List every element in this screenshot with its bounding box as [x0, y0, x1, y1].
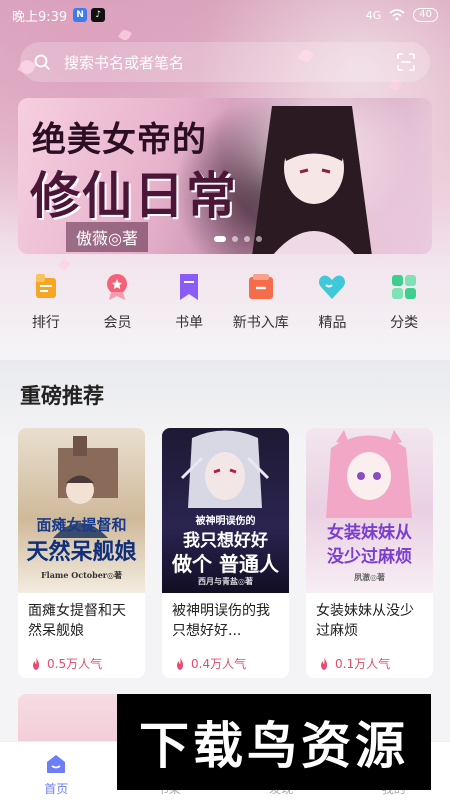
battery-icon: 40 — [413, 8, 438, 22]
banner-title-line2: 修仙日常 — [30, 166, 238, 225]
popularity: 0.4万人气 — [162, 647, 289, 672]
book-card[interactable]: 女装妹妹从 没少过麻烦 夙澈◎著 女装妹妹从没少过麻烦 0.1万人气 — [306, 428, 433, 678]
category-ranking[interactable]: 排行 — [14, 272, 78, 342]
heart-icon — [319, 275, 346, 299]
book-cover: 女装妹妹从 没少过麻烦 夙澈◎著 — [306, 428, 433, 593]
popularity: 0.1万人气 — [306, 647, 433, 672]
fire-icon — [321, 657, 327, 670]
banner-illustration — [252, 106, 372, 254]
n-app-icon: N — [73, 8, 88, 22]
banner-dot[interactable] — [256, 236, 262, 242]
banner-author: 傲薇◎著 — [66, 222, 148, 252]
wifi-icon — [389, 9, 405, 21]
home-icon — [47, 755, 66, 773]
status-bar: 晚上9:39 N ♪ 4G 40 — [0, 0, 450, 30]
nav-home[interactable]: 首页 — [0, 742, 113, 800]
section-title: 重磅推荐 — [20, 384, 104, 408]
banner-dot[interactable] — [232, 236, 238, 242]
category-nav: 排行 会员 书单 新书入库 精品 分类 — [0, 272, 450, 342]
watermark-text: 下载鸟资源 — [139, 717, 409, 775]
watermark-overlay: 下载鸟资源 — [117, 694, 431, 790]
cover-title-line2: 天然呆舰娘 — [26, 539, 137, 565]
book-cover: 被神明误伤的 我只想好好 做个 普通人 西月与青盐◎著 — [162, 428, 289, 593]
ranking-icon — [35, 274, 56, 298]
category-premium[interactable]: 精品 — [300, 272, 364, 342]
fire-icon — [177, 657, 183, 670]
featured-banner[interactable]: 绝美女帝的 修仙日常 傲薇◎著 — [18, 98, 432, 254]
signal-icon: 4G — [365, 8, 382, 22]
tiktok-icon: ♪ — [91, 8, 106, 22]
bookmark-icon — [180, 274, 199, 300]
cover-title-line2: 没少过麻烦 — [327, 547, 412, 567]
book-cover: 面瘫女提督和 天然呆舰娘 Flame October◎著 — [18, 428, 145, 593]
grid-icon — [392, 275, 417, 299]
vip-badge-icon — [107, 274, 128, 300]
cover-title-line1: 女装妹妹从 — [327, 523, 412, 543]
category-vip[interactable]: 会员 — [85, 272, 149, 342]
new-book-icon — [248, 274, 273, 299]
book-card[interactable]: 被神明误伤的 我只想好好 做个 普通人 西月与青盐◎著 被神明误伤的我只想好好.… — [162, 428, 289, 678]
cover-credit: 夙澈◎著 — [354, 572, 385, 582]
category-label: 书单 — [175, 315, 204, 331]
cover-title-line1: 被神明误伤的 — [195, 516, 256, 527]
book-cover-art — [53, 436, 118, 538]
scan-icon[interactable] — [396, 52, 416, 72]
book-cover-art — [326, 430, 412, 518]
category-booklist[interactable]: 书单 — [157, 272, 221, 342]
status-time: 晚上9:39 — [12, 9, 68, 25]
category-label: 会员 — [103, 315, 132, 331]
popularity-count: 0.5万人气 — [47, 657, 103, 671]
banner-title-line1: 绝美女帝的 — [32, 120, 207, 160]
search-bar[interactable]: 搜索书名或者笔名 — [20, 42, 430, 82]
search-icon — [34, 54, 50, 70]
category-label: 排行 — [31, 315, 60, 331]
category-label: 分类 — [390, 315, 419, 331]
banner-dot[interactable] — [244, 236, 250, 242]
banner-pagination — [214, 236, 262, 242]
category-label: 新书入库 — [232, 315, 289, 331]
book-title: 女装妹妹从没少过麻烦 — [316, 603, 414, 639]
cover-credit: Flame October◎著 — [41, 570, 122, 580]
book-title: 面瘫女提督和天然呆舰娘 — [28, 603, 126, 639]
fire-icon — [33, 657, 39, 670]
popularity-count: 0.4万人气 — [191, 657, 247, 671]
popularity: 0.5万人气 — [18, 647, 145, 672]
cover-title-line3: 做个 普通人 — [172, 552, 279, 576]
book-card[interactable]: 面瘫女提督和 天然呆舰娘 Flame October◎著 面瘫女提督和天然呆舰娘… — [18, 428, 145, 678]
cover-title-line1: 面瘫女提督和 — [36, 516, 127, 534]
nav-label: 首页 — [44, 782, 69, 796]
category-new-books[interactable]: 新书入库 — [229, 272, 293, 342]
category-label: 精品 — [318, 315, 347, 331]
cover-credit: 西月与青盐◎著 — [198, 576, 253, 586]
book-title: 被神明误伤的我只想好好... — [172, 603, 270, 639]
popularity-count: 0.1万人气 — [335, 657, 391, 671]
category-classify[interactable]: 分类 — [372, 272, 436, 342]
banner-dot[interactable] — [214, 236, 226, 242]
search-input[interactable]: 搜索书名或者笔名 — [64, 52, 396, 73]
